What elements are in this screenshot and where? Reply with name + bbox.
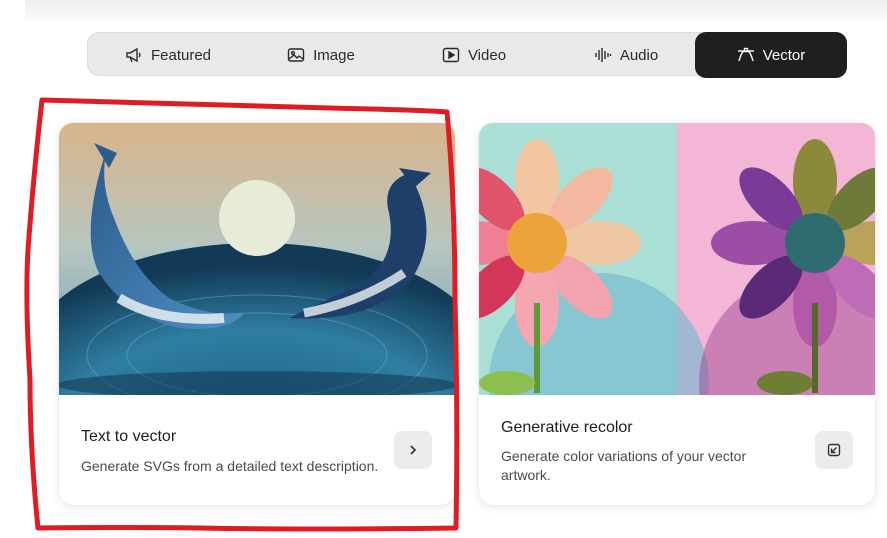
video-icon [442, 47, 460, 63]
tab-label: Video [467, 46, 507, 64]
tab-label: Vector [762, 46, 806, 64]
feature-card-text-to-vector[interactable]: Text to vector Generate SVGs from a deta… [59, 123, 455, 505]
card-description: Generate color variations of your vector… [501, 447, 746, 485]
card-title: Generative recolor [501, 419, 633, 436]
tab-label: Featured [150, 46, 212, 64]
tab-label: Image [313, 46, 355, 64]
top-header-fade [25, 0, 887, 24]
tab-label: Audio [619, 46, 659, 64]
image-icon [287, 48, 305, 62]
tab-vector[interactable]: Vector [695, 32, 847, 78]
flowers-illustration [479, 123, 875, 395]
tab-audio[interactable]: Audio [578, 33, 674, 77]
open-arrow-icon [827, 443, 841, 457]
audio-waveform-icon [595, 48, 612, 62]
card-description-line: Generate color variations of your vector [501, 448, 747, 464]
card-description-line: artwork. [501, 467, 551, 483]
open-generative-recolor-button[interactable] [815, 431, 853, 469]
whales-illustration [59, 123, 455, 395]
open-text-to-vector-button[interactable] [394, 431, 432, 469]
card-description: Generate SVGs from a detailed text descr… [81, 458, 379, 474]
tab-image[interactable]: Image [271, 33, 371, 77]
chevron-right-icon [410, 445, 417, 455]
tab-video[interactable]: Video [426, 33, 522, 77]
megaphone-icon [126, 47, 141, 63]
category-tabbar: Featured Image Video Audio Vector [87, 32, 847, 78]
feature-card-generative-recolor[interactable]: Generative recolor Generate color variat… [479, 123, 875, 505]
card-title: Text to vector [81, 428, 177, 445]
tab-featured[interactable]: Featured [110, 33, 226, 77]
vector-pen-icon [737, 47, 754, 62]
